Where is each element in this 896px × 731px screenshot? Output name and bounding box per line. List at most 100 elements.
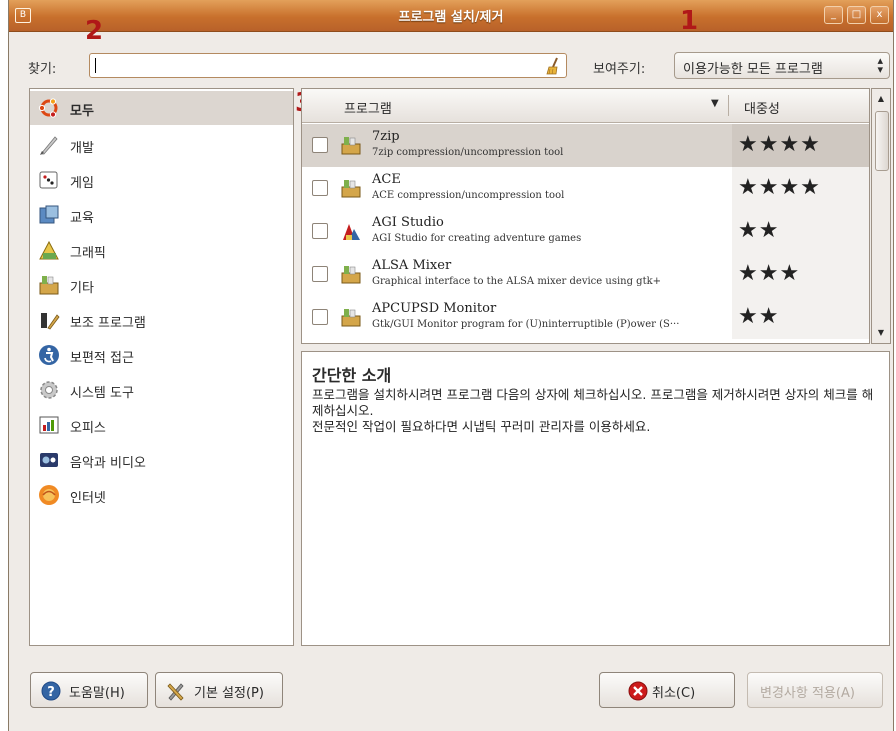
list-scrollbar[interactable]: ▲ ▼ bbox=[871, 88, 891, 344]
title-bar[interactable]: B 프로그램 설치/제거 _ □ x bbox=[9, 0, 893, 32]
close-button[interactable]: x bbox=[870, 6, 889, 24]
graphics-icon bbox=[39, 240, 59, 260]
category-label: 인터넷 bbox=[70, 491, 106, 506]
category-label: 음악과 비디오 bbox=[70, 456, 146, 471]
category-label: 교육 bbox=[70, 211, 94, 226]
category-item-other[interactable]: 기타 bbox=[30, 268, 293, 302]
filter-combo[interactable]: 이용가능한 모든 프로그램 ▴ ▾ bbox=[674, 52, 890, 79]
popularity-stars: ★★★★ bbox=[738, 175, 821, 200]
gear-icon bbox=[40, 381, 58, 399]
help-label: 도움말(H) bbox=[69, 686, 125, 701]
help-button[interactable]: ? 도움말(H) bbox=[30, 672, 148, 708]
category-label: 게임 bbox=[70, 176, 94, 191]
category-list: 모두 개발 게임 교육 그래픽 기타 보조 프로그램 보편적 접근 시스템 도구… bbox=[29, 88, 294, 646]
minimize-button[interactable]: _ bbox=[824, 6, 843, 24]
install-checkbox[interactable] bbox=[312, 309, 328, 325]
category-item-games[interactable]: 게임 bbox=[30, 163, 293, 197]
description-line: 전문적인 작업이 필요하다면 시냅틱 꾸러미 관리자를 이용하세요. bbox=[312, 419, 651, 434]
agi-studio-icon bbox=[343, 224, 360, 240]
package-icon bbox=[39, 276, 59, 295]
description-pane: 간단한 소개 프로그램을 설치하시려면 프로그램 다음의 상자에 체크하십시오.… bbox=[301, 351, 890, 646]
apply-label: 변경사항 적용(A) bbox=[760, 686, 855, 701]
svg-text:?: ? bbox=[47, 685, 55, 700]
table-row[interactable]: AGI Studio AGI Studio for creating adven… bbox=[302, 210, 869, 253]
category-item-development[interactable]: 개발 bbox=[30, 128, 293, 162]
annotation-1: 1 bbox=[680, 6, 699, 36]
program-description: Gtk/GUI Monitor program for (U)ninterrup… bbox=[372, 319, 680, 330]
education-icon bbox=[39, 205, 59, 224]
table-row[interactable]: ACE ACE compression/uncompression tool ★… bbox=[302, 167, 869, 210]
category-item-system-tools[interactable]: 시스템 도구 bbox=[30, 373, 293, 407]
column-divider[interactable] bbox=[728, 95, 729, 116]
description-body: 프로그램을 설치하시려면 프로그램 다음의 상자에 체크하십시오. 프로그램을 … bbox=[312, 387, 882, 435]
category-item-all[interactable]: 모두 bbox=[30, 91, 293, 125]
category-label: 그래픽 bbox=[70, 246, 106, 261]
popularity-stars: ★★ bbox=[738, 304, 780, 329]
column-header-popularity[interactable]: 대중성 bbox=[744, 98, 780, 117]
category-label: 보조 프로그램 bbox=[70, 316, 146, 331]
column-header-program[interactable]: 프로그램 bbox=[344, 98, 392, 117]
category-item-office[interactable]: 오피스 bbox=[30, 408, 293, 442]
window: B 프로그램 설치/제거 _ □ x 1 2 3 찾기: 보여주기: 이용가능한… bbox=[8, 0, 894, 731]
program-description: ACE compression/uncompression tool bbox=[372, 190, 565, 201]
annotation-2: 2 bbox=[85, 16, 104, 46]
table-header: 프로그램 ▼ 대중성 bbox=[302, 89, 869, 123]
category-item-graphics[interactable]: 그래픽 bbox=[30, 233, 293, 267]
cancel-button[interactable]: 취소(C) bbox=[599, 672, 735, 708]
program-name: ACE bbox=[372, 172, 401, 187]
cancel-icon bbox=[628, 681, 648, 701]
text-caret bbox=[95, 58, 96, 73]
category-item-accessories[interactable]: 보조 프로그램 bbox=[30, 303, 293, 337]
category-item-internet[interactable]: 인터넷 bbox=[30, 478, 293, 512]
category-item-accessibility[interactable]: 보편적 접근 bbox=[30, 338, 293, 372]
tools-icon bbox=[167, 683, 184, 701]
scroll-up-icon[interactable]: ▲ bbox=[874, 92, 888, 106]
program-name: 7zip bbox=[372, 129, 400, 144]
maximize-button[interactable]: □ bbox=[847, 6, 866, 24]
category-label: 오피스 bbox=[70, 421, 106, 436]
package-icon bbox=[341, 180, 361, 198]
program-description: AGI Studio for creating adventure games bbox=[372, 233, 582, 244]
apply-button[interactable]: 변경사항 적용(A) bbox=[747, 672, 883, 708]
install-checkbox[interactable] bbox=[312, 137, 328, 153]
table-row[interactable]: 7zip 7zip compression/uncompression tool… bbox=[302, 124, 869, 167]
category-label: 개발 bbox=[70, 141, 94, 156]
install-checkbox[interactable] bbox=[312, 223, 328, 239]
table-row[interactable]: APCUPSD Monitor Gtk/GUI Monitor program … bbox=[302, 296, 869, 339]
clear-broom-icon[interactable] bbox=[546, 57, 560, 75]
install-checkbox[interactable] bbox=[312, 266, 328, 282]
preferences-label: 기본 설정(P) bbox=[194, 686, 264, 701]
category-label: 시스템 도구 bbox=[70, 386, 134, 401]
program-table: 프로그램 ▼ 대중성 7zip 7zip compression/uncompr… bbox=[301, 88, 870, 344]
sort-arrow-icon[interactable]: ▼ bbox=[711, 98, 719, 109]
category-label: 기타 bbox=[70, 281, 94, 296]
popularity-stars: ★★★★ bbox=[738, 132, 821, 157]
program-name: ALSA Mixer bbox=[372, 258, 452, 273]
program-name: AGI Studio bbox=[372, 215, 444, 230]
scroll-thumb[interactable] bbox=[875, 111, 889, 171]
dice-icon bbox=[39, 171, 58, 189]
category-item-multimedia[interactable]: 음악과 비디오 bbox=[30, 443, 293, 477]
category-item-education[interactable]: 교육 bbox=[30, 198, 293, 232]
tools-icon bbox=[41, 313, 60, 330]
search-label: 찾기: bbox=[28, 62, 57, 77]
package-icon bbox=[341, 309, 361, 327]
install-checkbox[interactable] bbox=[312, 180, 328, 196]
accessibility-icon bbox=[39, 345, 59, 365]
description-line: 프로그램을 설치하시려면 프로그램 다음의 상자에 체크하십시오. 프로그램을 … bbox=[312, 387, 874, 418]
table-row[interactable]: ALSA Mixer Graphical interface to the AL… bbox=[302, 253, 869, 296]
scroll-down-icon[interactable]: ▼ bbox=[874, 326, 888, 340]
package-icon bbox=[341, 137, 361, 155]
brush-icon bbox=[40, 136, 58, 155]
window-title: 프로그램 설치/제거 bbox=[398, 10, 504, 25]
preferences-button[interactable]: 기본 설정(P) bbox=[155, 672, 283, 708]
description-title: 간단한 소개 bbox=[312, 366, 392, 385]
filter-selected: 이용가능한 모든 프로그램 bbox=[683, 62, 823, 77]
cancel-label: 취소(C) bbox=[652, 686, 696, 701]
internet-icon bbox=[39, 485, 59, 505]
search-input[interactable] bbox=[89, 53, 567, 78]
program-description: Graphical interface to the ALSA mixer de… bbox=[372, 276, 662, 287]
multimedia-icon bbox=[40, 453, 58, 467]
popularity-stars: ★★ bbox=[738, 218, 780, 243]
popularity-stars: ★★★ bbox=[738, 261, 801, 286]
